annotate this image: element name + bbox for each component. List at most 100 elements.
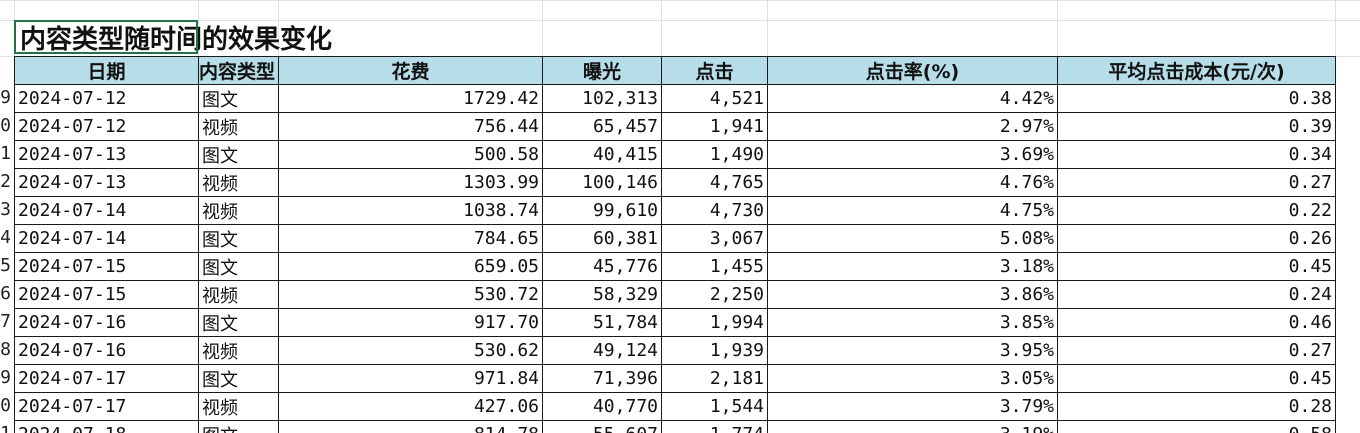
cell-ctr[interactable]: 3.95% — [767, 336, 1058, 365]
cell-avg-cpc[interactable]: 0.22 — [1057, 196, 1336, 225]
cell-avg-cpc[interactable]: 0.39 — [1057, 112, 1336, 141]
cell-spend[interactable]: 1303.99 — [278, 168, 543, 197]
cell-clicks[interactable]: 1,455 — [661, 252, 768, 281]
cell-impressions[interactable]: 55,607 — [542, 420, 662, 433]
cell-clicks[interactable]: 1,939 — [661, 336, 768, 365]
cell-avg-cpc[interactable]: 0.27 — [1057, 336, 1336, 365]
cell-date[interactable]: 2024-07-14 — [14, 196, 199, 225]
cell-content-type[interactable]: 图文 — [198, 84, 279, 113]
cell-date[interactable]: 2024-07-13 — [14, 140, 199, 169]
cell-clicks[interactable]: 4,765 — [661, 168, 768, 197]
cell-content-type[interactable]: 图文 — [198, 420, 279, 433]
cell-spend[interactable]: 1729.42 — [278, 84, 543, 113]
cell-spend[interactable]: 971.84 — [278, 364, 543, 393]
cell-date[interactable]: 2024-07-15 — [14, 280, 199, 309]
cell-content-type[interactable]: 图文 — [198, 308, 279, 337]
cell-impressions[interactable]: 65,457 — [542, 112, 662, 141]
cell-spend[interactable]: 530.72 — [278, 280, 543, 309]
row-number[interactable]: 20 — [0, 392, 11, 420]
cell-clicks[interactable]: 1,490 — [661, 140, 768, 169]
cell-content-type[interactable]: 图文 — [198, 140, 279, 169]
cell-date[interactable]: 2024-07-12 — [14, 112, 199, 141]
cell-date[interactable]: 2024-07-18 — [14, 420, 199, 433]
row-number[interactable]: 12 — [0, 168, 11, 196]
cell-clicks[interactable]: 2,250 — [661, 280, 768, 309]
row-number[interactable]: 11 — [0, 140, 11, 168]
cell-content-type[interactable]: 视频 — [198, 280, 279, 309]
cell-spend[interactable]: 500.58 — [278, 140, 543, 169]
cell-date[interactable]: 2024-07-16 — [14, 308, 199, 337]
cell-avg-cpc[interactable]: 0.46 — [1057, 308, 1336, 337]
row-number-column[interactable]: 9101112131415161718192021 — [0, 84, 14, 433]
row-number[interactable]: 18 — [0, 336, 11, 364]
cell-ctr[interactable]: 4.76% — [767, 168, 1058, 197]
cell-content-type[interactable]: 视频 — [198, 112, 279, 141]
cell-content-type[interactable]: 图文 — [198, 364, 279, 393]
row-number[interactable]: 19 — [0, 364, 11, 392]
cell-spend[interactable]: 814.78 — [278, 420, 543, 433]
cell-date[interactable]: 2024-07-13 — [14, 168, 199, 197]
row-number[interactable]: 21 — [0, 420, 11, 433]
cell-date[interactable]: 2024-07-12 — [14, 84, 199, 113]
cell-date[interactable]: 2024-07-16 — [14, 336, 199, 365]
cell-clicks[interactable]: 4,730 — [661, 196, 768, 225]
cell-date[interactable]: 2024-07-17 — [14, 392, 199, 421]
cell-impressions[interactable]: 58,329 — [542, 280, 662, 309]
cell-date[interactable]: 2024-07-14 — [14, 224, 199, 253]
cell-impressions[interactable]: 99,610 — [542, 196, 662, 225]
header-content-type[interactable]: 内容类型 — [198, 56, 279, 85]
cell-clicks[interactable]: 3,067 — [661, 224, 768, 253]
cell-spend[interactable]: 1038.74 — [278, 196, 543, 225]
header-date[interactable]: 日期 — [14, 56, 199, 85]
cell-avg-cpc[interactable]: 0.24 — [1057, 280, 1336, 309]
cell-ctr[interactable]: 5.08% — [767, 224, 1058, 253]
row-number[interactable]: 13 — [0, 196, 11, 224]
row-number[interactable]: 15 — [0, 252, 11, 280]
cell-ctr[interactable]: 3.18% — [767, 252, 1058, 281]
row-number[interactable]: 14 — [0, 224, 11, 252]
cell-impressions[interactable]: 40,415 — [542, 140, 662, 169]
cell-impressions[interactable]: 40,770 — [542, 392, 662, 421]
header-clicks[interactable]: 点击 — [661, 56, 768, 85]
row-number[interactable]: 10 — [0, 112, 11, 140]
header-spend[interactable]: 花费 — [278, 56, 543, 85]
cell-ctr[interactable]: 3.19% — [767, 420, 1058, 433]
cell-ctr[interactable]: 3.69% — [767, 140, 1058, 169]
cell-impressions[interactable]: 45,776 — [542, 252, 662, 281]
cell-avg-cpc[interactable]: 0.38 — [1057, 84, 1336, 113]
header-ctr[interactable]: 点击率(%) — [767, 56, 1058, 85]
cell-clicks[interactable]: 1,994 — [661, 308, 768, 337]
cell-content-type[interactable]: 视频 — [198, 336, 279, 365]
cell-ctr[interactable]: 4.42% — [767, 84, 1058, 113]
sheet-title[interactable]: 内容类型随时间的效果变化 — [20, 24, 332, 56]
cell-spend[interactable]: 917.70 — [278, 308, 543, 337]
row-number[interactable]: 9 — [0, 84, 11, 112]
cell-avg-cpc[interactable]: 0.45 — [1057, 252, 1336, 281]
cell-impressions[interactable]: 60,381 — [542, 224, 662, 253]
cell-avg-cpc[interactable]: 0.58 — [1057, 420, 1336, 433]
cell-date[interactable]: 2024-07-15 — [14, 252, 199, 281]
cell-ctr[interactable]: 3.85% — [767, 308, 1058, 337]
cell-impressions[interactable]: 100,146 — [542, 168, 662, 197]
cell-impressions[interactable]: 51,784 — [542, 308, 662, 337]
cell-content-type[interactable]: 视频 — [198, 168, 279, 197]
row-number[interactable]: 17 — [0, 308, 11, 336]
cell-avg-cpc[interactable]: 0.34 — [1057, 140, 1336, 169]
cell-avg-cpc[interactable]: 0.28 — [1057, 392, 1336, 421]
cell-content-type[interactable]: 视频 — [198, 392, 279, 421]
header-avg-cpc[interactable]: 平均点击成本(元/次) — [1057, 56, 1336, 85]
cell-clicks[interactable]: 1,774 — [661, 420, 768, 433]
cell-date[interactable]: 2024-07-17 — [14, 364, 199, 393]
cell-clicks[interactable]: 2,181 — [661, 364, 768, 393]
cell-spend[interactable]: 756.44 — [278, 112, 543, 141]
cell-impressions[interactable]: 49,124 — [542, 336, 662, 365]
cell-ctr[interactable]: 3.79% — [767, 392, 1058, 421]
cell-avg-cpc[interactable]: 0.26 — [1057, 224, 1336, 253]
cell-spend[interactable]: 530.62 — [278, 336, 543, 365]
cell-spend[interactable]: 784.65 — [278, 224, 543, 253]
cell-content-type[interactable]: 视频 — [198, 196, 279, 225]
cell-spend[interactable]: 659.05 — [278, 252, 543, 281]
cell-clicks[interactable]: 1,941 — [661, 112, 768, 141]
row-number[interactable]: 16 — [0, 280, 11, 308]
cell-ctr[interactable]: 3.86% — [767, 280, 1058, 309]
